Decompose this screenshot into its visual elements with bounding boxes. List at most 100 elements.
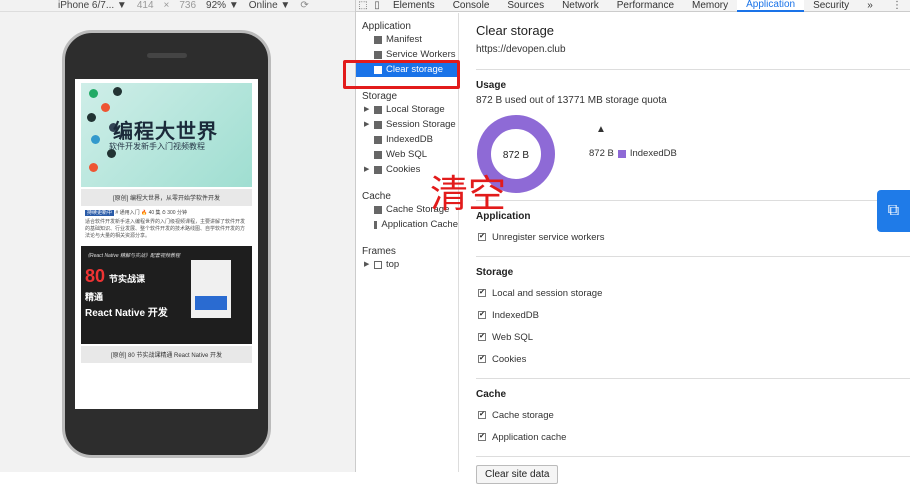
expand-arrow-icon[interactable]: ▶	[364, 102, 370, 117]
checkbox-application-cache[interactable]: ✔ Application cache	[476, 426, 910, 448]
manifest-icon	[374, 35, 382, 44]
kebab-menu-icon[interactable]: ⋮	[892, 0, 910, 11]
device-height[interactable]: 736	[179, 0, 196, 11]
phone-speaker	[147, 53, 187, 58]
course-card-1[interactable]: 编程大世界 软件开发新手入门视频教程 [原创] 编程大世界，从零开始学软件开发 …	[81, 83, 252, 363]
sidebar-item-top-frame[interactable]: ▶ top	[356, 257, 458, 272]
sidebar-item-web-sql[interactable]: Web SQL	[356, 147, 458, 162]
origin-url: https://devopen.club	[476, 44, 910, 70]
legend-value: 872 B	[589, 148, 614, 159]
device-select[interactable]: iPhone 6/7... ▼	[58, 0, 127, 11]
sidebar-item-manifest[interactable]: Manifest	[356, 32, 458, 47]
checkbox-label: Web SQL	[492, 331, 534, 343]
course-meta-info: # 通用入门 🔥 40 集 ⏱ 300 分钟	[115, 210, 187, 216]
checkbox[interactable]: ✔	[478, 289, 486, 297]
checkbox-unregister-sw[interactable]: ✔ Unregister service workers	[476, 226, 910, 248]
course-banner-2[interactable]: 《React Native 精解与实战》配套视频教程 80 节实战课 精通 Re…	[81, 246, 252, 344]
checkbox-cache-storage[interactable]: ✔ Cache storage	[476, 404, 910, 426]
gear-icon	[374, 50, 382, 59]
checkbox-label: Unregister service workers	[492, 231, 605, 243]
update-tag: 持续更新中	[85, 210, 115, 216]
course-caption-1[interactable]: [原创] 编程大世界，从零开始学软件开发	[81, 189, 252, 206]
storage-header: Storage	[476, 267, 514, 278]
tab-memory[interactable]: Memory	[683, 0, 737, 11]
device-toolbar: iPhone 6/7... ▼ 414 × 736 92% ▼ Online ▼…	[0, 0, 355, 12]
sidebar-item-application-cache[interactable]: Application Cache	[356, 217, 458, 232]
course-banner-2-number: 80	[85, 266, 106, 286]
expand-arrow-icon[interactable]: ▶	[364, 257, 370, 272]
annotation-text: 清空	[430, 174, 507, 216]
highlight-box	[343, 60, 460, 89]
device-width[interactable]: 414	[137, 0, 154, 11]
tab-performance[interactable]: Performance	[608, 0, 683, 11]
usage-section: Usage 872 B used out of 13771 MB storage…	[476, 70, 910, 201]
phone-screen[interactable]: 编程大世界 软件开发新手入门视频教程 [原创] 编程大世界，从零开始学软件开发 …	[75, 79, 258, 409]
checkbox[interactable]: ✔	[478, 355, 486, 363]
course-meta: 持续更新中 # 通用入门 🔥 40 集 ⏱ 300 分钟	[81, 206, 252, 219]
sidebar-item-label: Application Cache	[381, 219, 458, 230]
usage-header: Usage	[476, 80, 507, 91]
book-cover-image	[191, 260, 231, 318]
course-banner-2-heading-3: React Native 开发	[85, 308, 168, 319]
cache-header: Cache	[476, 389, 507, 400]
network-select[interactable]: Online ▼	[249, 0, 291, 11]
database-icon	[374, 135, 382, 144]
course-banner-2-tagline: 《React Native 精解与实战》配套视频教程	[85, 253, 181, 259]
checkbox-indexeddb[interactable]: ✔ IndexedDB	[476, 304, 910, 326]
sidebar-section-storage: Storage	[362, 91, 398, 102]
tab-security[interactable]: Security	[804, 0, 858, 11]
checkbox-local-session-storage[interactable]: ✔ Local and session storage	[476, 282, 910, 304]
clear-site-data-button[interactable]: Clear site data	[476, 465, 559, 484]
tab-elements[interactable]: Elements	[384, 0, 444, 11]
application-section: Application ✔ Unregister service workers	[476, 201, 910, 257]
course-banner-2-heading: 节实战课	[109, 274, 146, 284]
mouse-cursor-icon: ▲	[596, 124, 606, 135]
device-toolbar-icon[interactable]: ▯	[370, 0, 384, 11]
sidebar-item-indexeddb[interactable]: IndexedDB	[356, 132, 458, 147]
course-banner-2-heading-2: 精通	[85, 292, 104, 302]
tab-sources[interactable]: Sources	[498, 0, 553, 11]
course-banner-1[interactable]: 编程大世界 软件开发新手入门视频教程	[81, 83, 252, 187]
checkbox[interactable]: ✔	[478, 233, 486, 241]
course-banner-1-title: 编程大世界	[113, 121, 218, 143]
checkbox-web-sql[interactable]: ✔ Web SQL	[476, 326, 910, 348]
cache-section: Cache ✔ Cache storage ✔ Application cache	[476, 379, 910, 457]
legend-swatch	[617, 149, 626, 158]
course-description: 适合软件开发新手进入编程世界的入门级视频课程，主要讲解了软件开发的基础知识、行业…	[85, 219, 246, 239]
sidebar-item-label: Web SQL	[386, 149, 428, 160]
tab-application[interactable]: Application	[737, 0, 805, 12]
zoom-select[interactable]: 92% ▼	[206, 0, 239, 11]
course-caption-2[interactable]: [原创] 80 节实战课精通 React Native 开发	[81, 346, 252, 363]
grid-icon	[374, 220, 378, 229]
tab-console[interactable]: Console	[444, 0, 499, 11]
inspect-element-icon[interactable]: ⬚	[356, 0, 370, 11]
screen-cast-icon[interactable]: ⧉	[877, 190, 910, 232]
application-header: Application	[476, 211, 531, 222]
sidebar-item-label: Local Storage	[386, 104, 445, 115]
grid-icon	[374, 120, 382, 129]
devtools-tabbar: ⬚ ▯ Elements Console Sources Network Per…	[356, 0, 910, 12]
checkbox[interactable]: ✔	[478, 411, 486, 419]
checkbox-label: Cache storage	[492, 409, 554, 421]
page-title: Clear storage	[476, 23, 555, 38]
storage-section: Storage ✔ Local and session storage ✔ Inde…	[476, 257, 910, 379]
database-icon	[374, 150, 382, 159]
rotate-icon[interactable]: ⟳	[300, 0, 308, 11]
tab-network[interactable]: Network	[553, 0, 608, 11]
checkbox-cookies[interactable]: ✔ Cookies	[476, 348, 910, 370]
clear-storage-view: Clear storage https://devopen.club Usage…	[460, 13, 910, 484]
sidebar-section-application: Application	[362, 21, 411, 32]
expand-arrow-icon[interactable]: ▶	[364, 162, 370, 177]
sidebar-item-session-storage[interactable]: ▶ Session Storage	[356, 117, 458, 132]
frame-icon	[374, 260, 382, 269]
checkbox[interactable]: ✔	[478, 333, 486, 341]
checkbox[interactable]: ✔	[478, 311, 486, 319]
expand-arrow-icon[interactable]: ▶	[364, 117, 370, 132]
sidebar-section-frames: Frames	[362, 246, 396, 257]
checkbox[interactable]: ✔	[478, 433, 486, 441]
database-icon	[374, 205, 382, 214]
sidebar-item-label: IndexedDB	[386, 134, 434, 145]
more-tabs-icon[interactable]: »	[858, 0, 882, 11]
course-banner-1-subtitle: 软件开发新手入门视频教程	[109, 142, 205, 151]
sidebar-item-local-storage[interactable]: ▶ Local Storage	[356, 102, 458, 117]
